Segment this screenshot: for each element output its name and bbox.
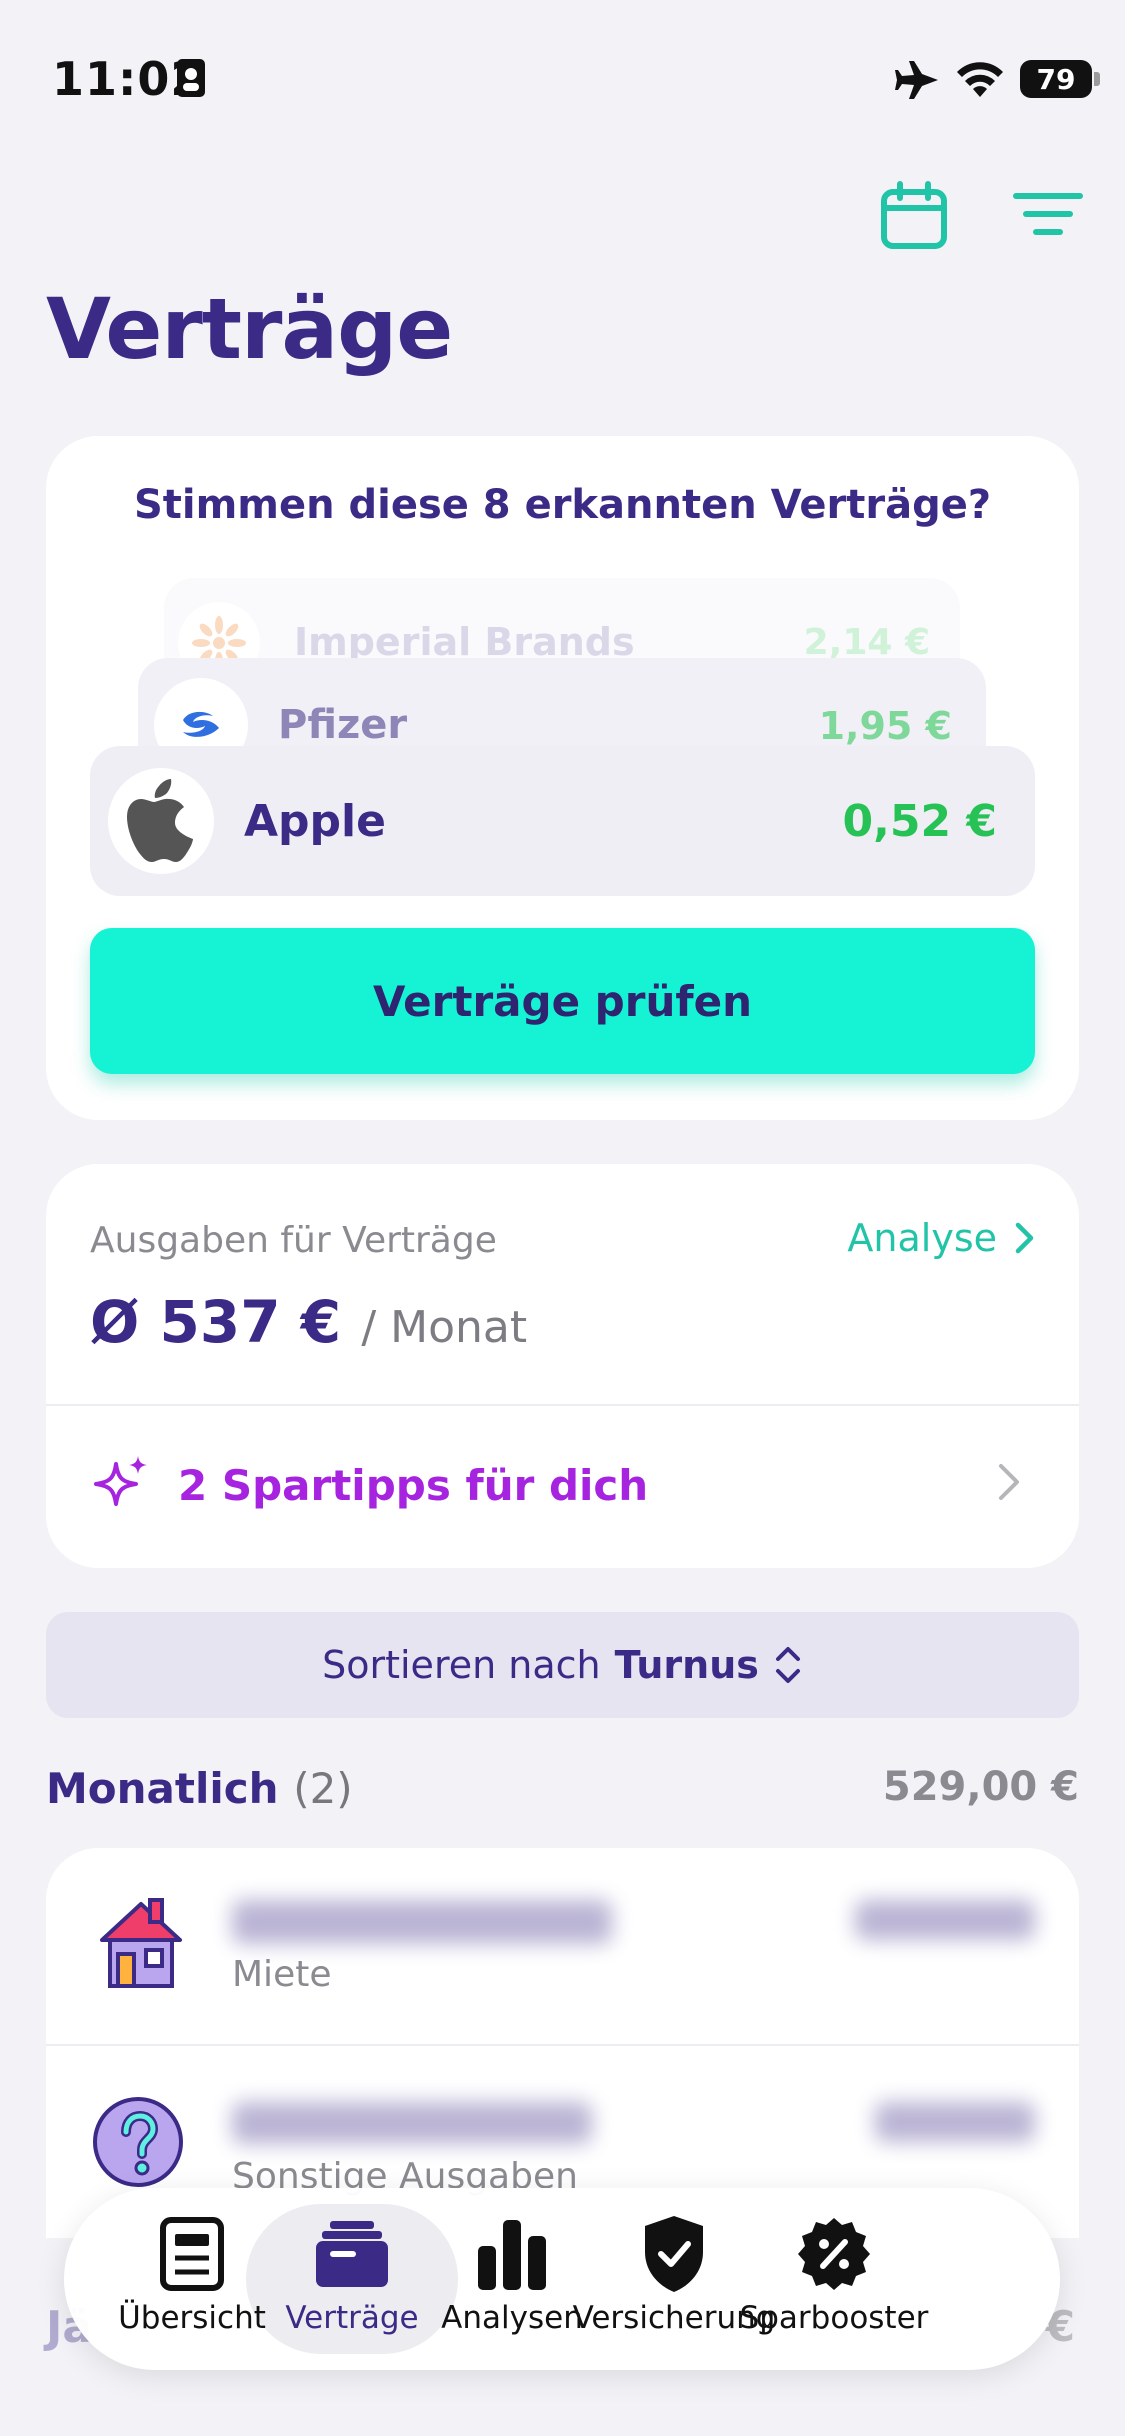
check-contracts-button[interactable]: Verträge prüfen (90, 928, 1035, 1074)
analyse-link[interactable]: Analyse (847, 1216, 1035, 1260)
chevron-right-icon[interactable] (997, 1462, 1021, 1502)
group-total: 529,00 € (882, 1764, 1079, 1810)
wifi-icon (957, 62, 1003, 97)
filter-icon[interactable] (1012, 180, 1084, 252)
tab-label: Analysen (441, 2300, 583, 2336)
question-mark-icon (93, 2097, 183, 2187)
saving-tips-label: 2 Spartipps für dich (178, 1460, 649, 1510)
house-icon (100, 1898, 182, 1988)
contract-name: Apple (244, 796, 386, 847)
contract-name-redacted (232, 2102, 592, 2144)
status-bar: 11:02 79 (0, 0, 1125, 150)
document-icon (160, 2217, 224, 2291)
calendar-icon[interactable] (878, 180, 950, 252)
sort-updown-icon (775, 1647, 800, 1683)
detected-contracts-card: Stimmen diese 8 erkannten Verträge? Impe… (46, 436, 1079, 1120)
saving-tips-row[interactable]: 2 Spartipps für dich (90, 1454, 648, 1516)
group-title: Monatlich (2) (46, 1764, 353, 1813)
detected-contracts-title: Stimmen diese 8 erkannten Verträge? (133, 482, 992, 528)
sort-selector[interactable]: Sortieren nach Turnus (46, 1612, 1079, 1718)
spending-amount: Ø 537 € / Monat (90, 1288, 527, 1356)
apple-icon (127, 779, 193, 862)
tab-label: Sparbooster (739, 2300, 929, 2336)
contract-name: Pfizer (278, 702, 408, 748)
battery-indicator: 79 (1020, 60, 1092, 98)
contact-card-icon (177, 59, 205, 97)
spending-card: Ausgaben für Verträge Analyse Ø 537 € / … (46, 1164, 1079, 1568)
contract-list: Miete Sonstige Ausgaben (46, 1848, 1079, 2238)
spending-value: Ø 537 € (90, 1288, 342, 1356)
spending-unit: / Monat (361, 1302, 528, 1353)
contract-card-apple[interactable]: Apple 0,52 € (90, 746, 1035, 896)
contracts-icon (316, 2221, 388, 2287)
page-title: Verträge (46, 280, 453, 378)
contract-amount: 0,52 € (842, 796, 998, 847)
chevron-right-icon (1015, 1222, 1034, 1254)
shield-check-icon (645, 2216, 703, 2292)
sparkle-icon (94, 1456, 147, 1506)
group-title-label: Monatlich (46, 1764, 279, 1813)
pfizer-wave-icon (183, 711, 219, 737)
airplane-icon (895, 61, 938, 99)
bar-chart-icon (478, 2220, 546, 2290)
contract-category: Miete (232, 1954, 332, 1995)
tab-sparbooster[interactable]: Sparbooster (734, 2216, 934, 2336)
tab-label: Verträge (285, 2300, 419, 2336)
analyse-link-label: Analyse (847, 1216, 997, 1260)
contract-amount-redacted (875, 2102, 1035, 2142)
sort-prefix: Sortieren nach (322, 1643, 601, 1687)
contract-amount-redacted (855, 1900, 1035, 1940)
sort-value: Turnus (614, 1643, 759, 1687)
list-item[interactable]: Miete (46, 1848, 1079, 2044)
battery-level: 79 (1036, 62, 1076, 96)
spending-label: Ausgaben für Verträge (90, 1220, 497, 1261)
divider (46, 1404, 1079, 1406)
contract-name-redacted (232, 1900, 612, 1944)
percent-badge-icon (798, 2218, 870, 2290)
tab-bar: Übersicht Verträge Analysen Versicherung… (64, 2188, 1060, 2370)
tab-label: Übersicht (118, 2300, 266, 2336)
apple-logo (108, 768, 214, 874)
group-count: (2) (293, 1764, 353, 1813)
battery-tip (1094, 72, 1100, 86)
contract-amount: 2,14 € (803, 622, 930, 663)
contract-amount: 1,95 € (818, 704, 952, 748)
